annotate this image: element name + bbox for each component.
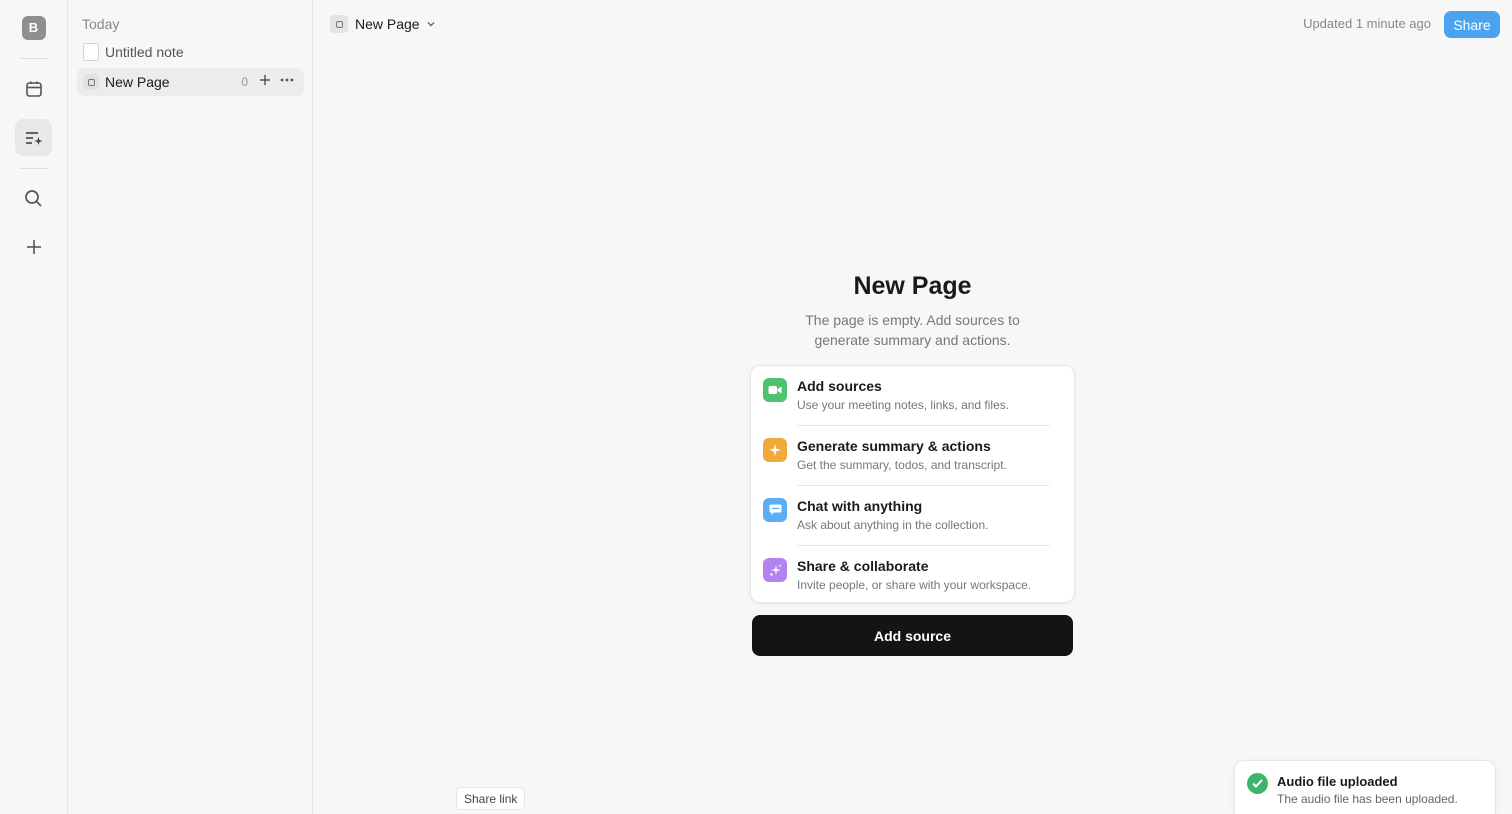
plus-icon — [260, 75, 270, 85]
section-label-today: Today — [82, 16, 120, 32]
feature-desc: Use your meeting notes, links, and files… — [797, 398, 1010, 412]
item-count: 0 — [241, 75, 248, 89]
share-button[interactable]: Share — [1444, 11, 1500, 38]
avatar: B — [21, 15, 46, 40]
sparkle-icon — [763, 438, 787, 462]
feature-add-sources: Add sources Use your meeting notes, link… — [751, 366, 1076, 426]
add-source-button[interactable]: Add source — [752, 615, 1073, 656]
video-icon — [763, 378, 787, 402]
plus-icon — [26, 239, 41, 254]
chat-icon — [763, 498, 787, 522]
rail-divider — [20, 168, 48, 169]
sidebar: Today Untitled note New Page 0 — [68, 0, 313, 814]
more-horizontal-icon — [280, 78, 294, 82]
feature-desc: Get the summary, todos, and transcript. — [797, 458, 1007, 472]
share-link-button[interactable]: Share link — [456, 787, 526, 810]
workspace-avatar-button[interactable]: B — [15, 9, 52, 46]
empty-state-subtitle: The page is empty. Add sources to genera… — [805, 312, 1020, 348]
search-button[interactable] — [15, 180, 52, 217]
feature-generate-summary: Generate summary & actions Get the summa… — [751, 426, 1076, 486]
sidebar-item-untitled-note[interactable]: Untitled note — [77, 38, 304, 66]
notes-sparkle-icon — [25, 131, 42, 145]
feature-title: Share & collaborate — [797, 558, 929, 574]
new-item-button[interactable] — [15, 228, 52, 265]
sidebar-item-label: Untitled note — [105, 44, 184, 60]
more-options-button[interactable] — [279, 73, 295, 92]
toast-desc: The audio file has been uploaded. — [1277, 792, 1458, 806]
features-card: Add sources Use your meeting notes, link… — [750, 365, 1075, 603]
share-sparkle-icon — [763, 558, 787, 582]
sidebar-item-label: New Page — [105, 74, 170, 90]
feature-title: Chat with anything — [797, 498, 923, 514]
calendar-icon — [25, 81, 42, 97]
feature-title: Add sources — [797, 378, 882, 394]
page-icon — [83, 74, 99, 90]
feature-desc: Ask about anything in the collection. — [797, 518, 989, 532]
page-title: New Page — [853, 272, 972, 300]
note-checkbox[interactable] — [83, 43, 99, 61]
feature-chat: Chat with anything Ask about anything in… — [751, 486, 1076, 546]
feature-share-collaborate: Share & collaborate Invite people, or sh… — [751, 546, 1076, 606]
calendar-button[interactable] — [15, 70, 52, 107]
upload-toast: Audio file uploaded The audio file has b… — [1234, 760, 1496, 814]
left-rail: B — [0, 0, 68, 814]
add-subitem-button[interactable] — [258, 73, 272, 92]
chevron-down-icon — [427, 22, 435, 27]
feature-desc: Invite people, or share with your worksp… — [797, 578, 1032, 592]
page-title-dropdown[interactable]: New Page — [330, 13, 436, 35]
toast-title: Audio file uploaded — [1277, 774, 1398, 789]
notes-button[interactable] — [15, 119, 52, 156]
sidebar-item-new-page[interactable]: New Page 0 — [77, 68, 304, 96]
header-page-title: New Page — [355, 16, 420, 32]
check-circle-icon — [1247, 773, 1268, 794]
search-icon — [25, 190, 42, 207]
page-icon — [330, 15, 348, 33]
rail-divider — [20, 58, 48, 59]
updated-timestamp: Updated 1 minute ago — [1303, 16, 1431, 31]
feature-title: Generate summary & actions — [797, 438, 991, 454]
